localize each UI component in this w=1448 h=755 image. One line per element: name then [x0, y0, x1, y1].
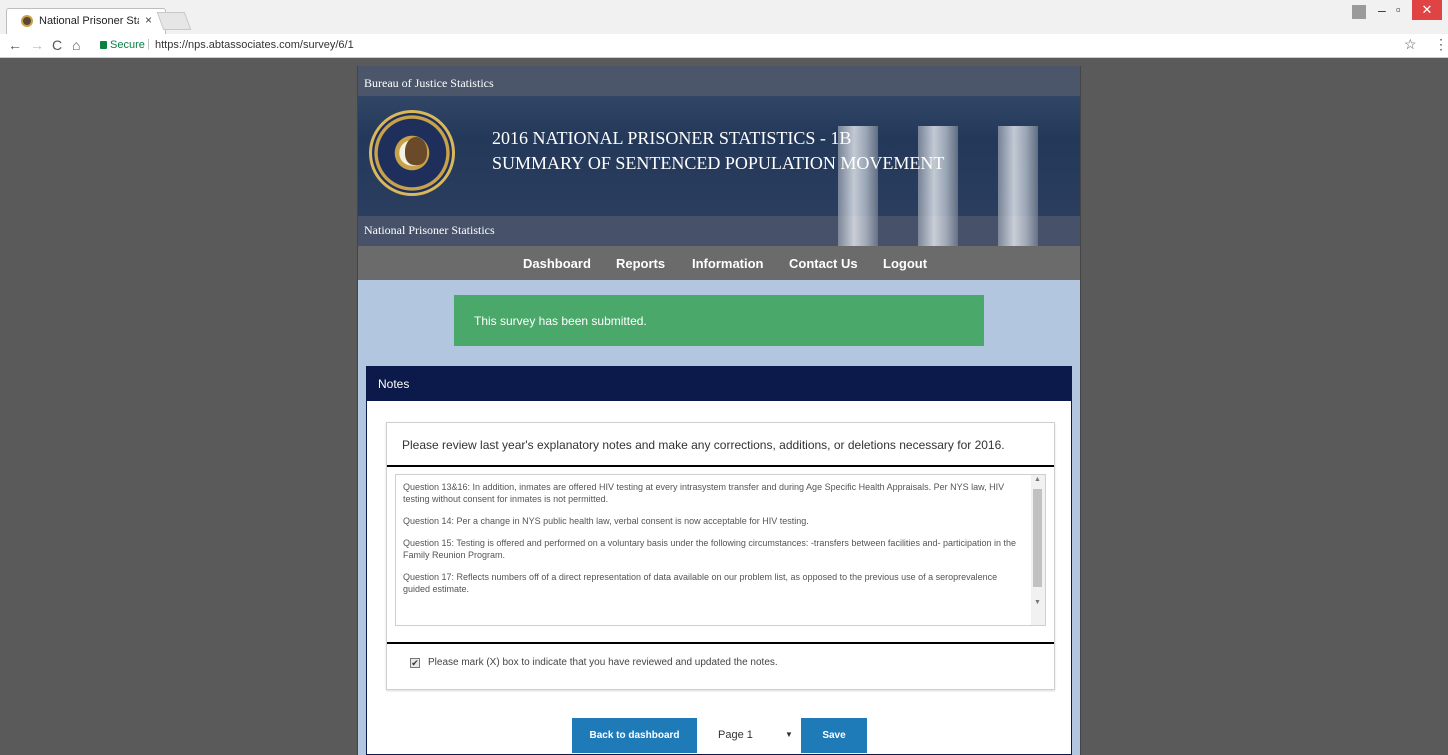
address-bar: ← → C ⌂ Secure | https://nps.abtassociat…: [0, 34, 1448, 58]
reload-icon[interactable]: C: [52, 37, 62, 53]
maximize-icon[interactable]: ▫: [1396, 2, 1401, 17]
new-tab-button[interactable]: [156, 12, 192, 30]
scroll-thumb[interactable]: [1033, 489, 1042, 587]
profile-icon[interactable]: [1352, 5, 1366, 19]
column-decoration: [998, 126, 1038, 246]
nav-information[interactable]: Information: [692, 256, 764, 271]
nav-contact-us[interactable]: Contact Us: [789, 256, 858, 271]
caret-down-icon: ▼: [785, 730, 793, 739]
survey-page: Bureau of Justice Statistics National Pr…: [357, 66, 1081, 755]
divider: [387, 642, 1054, 644]
lock-icon: [100, 41, 107, 49]
program-label: National Prisoner Statistics: [364, 223, 495, 237]
notes-text: Question 13&16: In addition, inmates are…: [396, 475, 1030, 625]
nav-reports[interactable]: Reports: [616, 256, 665, 271]
header-banner: Bureau of Justice Statistics National Pr…: [358, 66, 1080, 246]
notes-instruction: Please review last year's explanatory no…: [402, 438, 1005, 452]
note-paragraph: Question 15: Testing is offered and perf…: [403, 538, 1017, 560]
note-paragraph: Question 13&16: In addition, inmates are…: [403, 482, 1005, 504]
main-nav: Dashboard Reports Information Contact Us…: [358, 246, 1080, 280]
doj-seal-icon: [369, 110, 455, 196]
nav-dashboard[interactable]: Dashboard: [523, 256, 591, 271]
notes-review-box: Please review last year's explanatory no…: [386, 422, 1055, 690]
back-arrow-icon[interactable]: ←: [8, 37, 22, 53]
page-select[interactable]: Page 1 ▼: [700, 718, 798, 753]
bookmark-star-icon[interactable]: ☆: [1404, 36, 1417, 53]
submitted-alert: This survey has been submitted.: [454, 295, 984, 346]
tab-close-icon[interactable]: ×: [145, 13, 152, 27]
tab-title: National Prisoner Statis: [39, 15, 139, 27]
notes-textarea[interactable]: Question 13&16: In addition, inmates are…: [395, 474, 1046, 626]
save-button[interactable]: Save: [801, 718, 867, 753]
reviewed-checkbox[interactable]: ✔: [410, 658, 420, 668]
bureau-label: Bureau of Justice Statistics: [364, 76, 494, 90]
notes-scrollbar[interactable]: ▲ ▼: [1031, 475, 1045, 625]
close-window-icon[interactable]: ✕: [1412, 0, 1442, 20]
nav-logout[interactable]: Logout: [883, 256, 927, 271]
scroll-up-icon[interactable]: ▲: [1034, 476, 1041, 483]
scroll-down-icon[interactable]: ▼: [1034, 599, 1041, 606]
note-paragraph: Question 14: Per a change in NYS public …: [403, 516, 809, 526]
column-decoration: [918, 126, 958, 246]
url-separator: |: [147, 38, 150, 50]
browser-tab[interactable]: National Prisoner Statis ×: [6, 8, 166, 34]
eagle-icon: [405, 137, 427, 165]
notes-panel: Notes Please review last year's explanat…: [366, 366, 1072, 755]
minimize-icon[interactable]: –: [1378, 2, 1386, 18]
reviewed-checkbox-label: Please mark (X) box to indicate that you…: [428, 657, 778, 668]
site-favicon-icon: [21, 15, 33, 27]
browser-tab-bar: National Prisoner Statis × – ▫ ✕: [0, 0, 1448, 34]
note-paragraph: Question 17: Reflects numbers off of a d…: [403, 572, 998, 594]
browser-menu-icon[interactable]: ⋮: [1434, 36, 1448, 53]
notes-title: Notes: [378, 377, 410, 391]
url-text: https://nps.abtassociates.com/survey/6/1: [155, 39, 354, 51]
divider: [387, 465, 1054, 467]
home-icon[interactable]: ⌂: [72, 37, 80, 53]
notes-header: Notes: [367, 367, 1071, 401]
page-select-value: Page 1: [718, 729, 753, 741]
alert-message: This survey has been submitted.: [474, 314, 647, 328]
forward-arrow-icon[interactable]: →: [30, 37, 44, 53]
url-field[interactable]: Secure | https://nps.abtassociates.com/s…: [92, 36, 1392, 56]
secure-label: Secure: [110, 39, 145, 51]
survey-title-line1: 2016 NATIONAL PRISONER STATISTICS - 1B: [492, 128, 852, 148]
survey-title-line2: SUMMARY OF SENTENCED POPULATION MOVEMENT: [492, 153, 945, 173]
back-to-dashboard-button[interactable]: Back to dashboard: [572, 718, 697, 753]
